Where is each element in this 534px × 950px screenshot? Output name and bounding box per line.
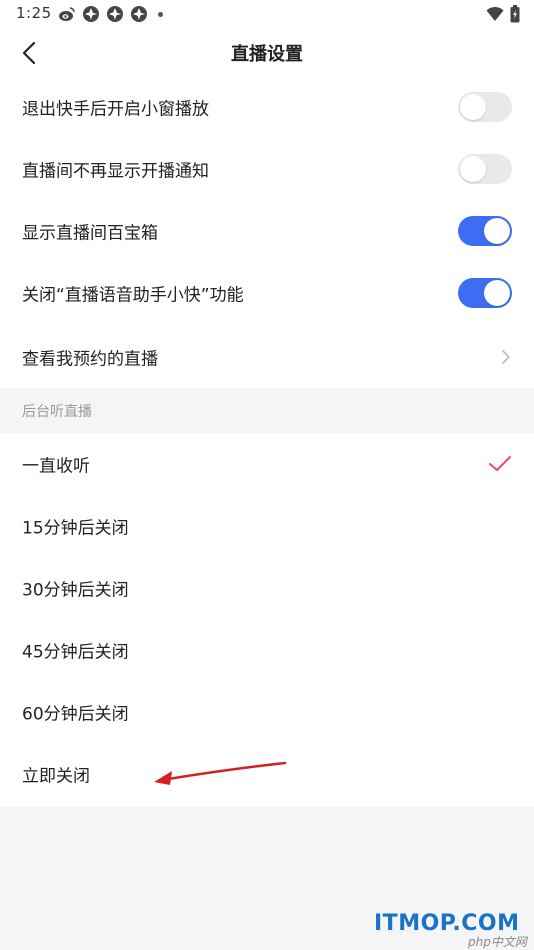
app-icon: [83, 6, 99, 22]
voice-assistant-toggle[interactable]: [458, 278, 512, 308]
toggle-knob: [484, 218, 510, 244]
setting-label: 退出快手后开启小窗播放: [22, 99, 209, 120]
option-label: 45分钟后关闭: [22, 642, 129, 663]
option-label: 15分钟后关闭: [22, 518, 129, 539]
section-header: 后台听直播: [0, 388, 534, 433]
status-bar: 1:25: [0, 0, 534, 30]
option-30min[interactable]: 30分钟后关闭: [0, 557, 534, 619]
option-label: 60分钟后关闭: [22, 704, 129, 725]
app-icon: [107, 6, 123, 22]
option-60min[interactable]: 60分钟后关闭: [0, 681, 534, 743]
setting-label: 查看我预约的直播: [22, 349, 158, 370]
setting-row-treasure-box[interactable]: 显示直播间百宝箱: [0, 200, 534, 262]
toggle-knob: [460, 156, 486, 182]
battery-icon: [510, 5, 520, 23]
chevron-right-icon: [502, 350, 510, 364]
top-nav-bar: 直播设置: [0, 30, 534, 76]
page-title: 直播设置: [231, 44, 303, 65]
toggle-knob: [484, 280, 510, 306]
option-15min[interactable]: 15分钟后关闭: [0, 495, 534, 557]
setting-row-voice-assistant[interactable]: 关闭“直播语音助手小快”功能: [0, 262, 534, 324]
checkmark-icon: [489, 456, 511, 471]
background-listen-options: 一直收听 15分钟后关闭 30分钟后关闭 45分钟后关闭 60分钟后关闭 立即关…: [0, 433, 534, 807]
status-system-icons: [486, 5, 520, 23]
setting-row-reserved-lives[interactable]: 查看我预约的直播: [0, 326, 534, 388]
annotation-arrow-icon: [154, 761, 287, 785]
toggle-knob: [460, 94, 486, 120]
setting-label: 显示直播间百宝箱: [22, 223, 158, 244]
watermark-sub: php中文网: [468, 935, 527, 949]
option-always-listen[interactable]: 一直收听: [0, 433, 534, 495]
option-label: 立即关闭: [22, 766, 90, 787]
app-icon: [131, 6, 147, 22]
settings-list: 退出快手后开启小窗播放 直播间不再显示开播通知 显示直播间百宝箱 关闭“直播语音…: [0, 76, 534, 388]
setting-label: 直播间不再显示开播通知: [22, 161, 209, 182]
option-label: 30分钟后关闭: [22, 580, 129, 601]
section-label: 后台听直播: [22, 404, 92, 420]
option-label: 一直收听: [22, 456, 90, 477]
weibo-icon: [59, 7, 75, 21]
status-time: 1:25: [16, 4, 52, 22]
setting-row-small-window[interactable]: 退出快手后开启小窗播放: [0, 76, 534, 138]
treasure-box-toggle[interactable]: [458, 216, 512, 246]
option-45min[interactable]: 45分钟后关闭: [0, 619, 534, 681]
small-window-toggle[interactable]: [458, 92, 512, 122]
wifi-icon: [486, 6, 504, 21]
more-notifications-dot: [158, 11, 163, 17]
no-live-notice-toggle[interactable]: [458, 154, 512, 184]
status-notification-icons: [58, 5, 163, 23]
setting-label: 关闭“直播语音助手小快”功能: [22, 285, 244, 306]
setting-row-no-live-notice[interactable]: 直播间不再显示开播通知: [0, 138, 534, 200]
